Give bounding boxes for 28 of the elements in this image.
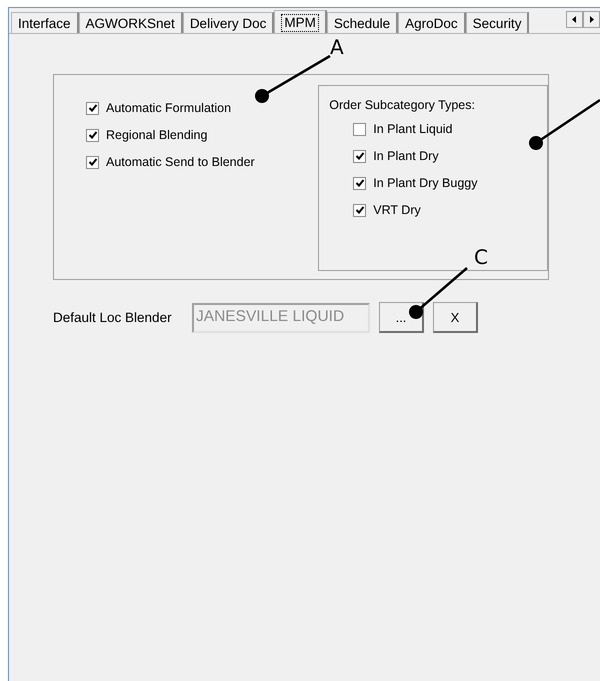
tab[interactable]: Security <box>466 12 530 33</box>
annotation-label: A <box>330 36 344 58</box>
checkbox-label: In Plant Dry <box>373 149 439 163</box>
tab[interactable]: Interface <box>11 12 79 33</box>
checkbox-label: Automatic Send to Blender <box>106 155 255 169</box>
checkbox[interactable] <box>353 150 366 162</box>
checkbox-label: Automatic Formulation <box>106 101 232 115</box>
checkbox[interactable] <box>86 128 99 142</box>
annotation-label: C <box>474 246 488 268</box>
tab[interactable]: AgroDoc <box>398 12 466 33</box>
tab[interactable]: AGWORKSnet <box>78 12 183 33</box>
checkbox[interactable] <box>353 204 366 216</box>
checkbox[interactable] <box>86 102 99 114</box>
checkbox-label: In Plant Dry Buggy <box>373 176 478 190</box>
tab[interactable]: MPM <box>274 10 327 33</box>
group-title: Order Subcategory Types: <box>329 98 476 112</box>
field-label: Default Loc Blender <box>53 310 173 325</box>
checkbox[interactable] <box>353 176 366 190</box>
tab[interactable]: Schedule <box>326 12 398 33</box>
checkbox[interactable] <box>353 122 366 136</box>
annotation-pointer <box>529 98 600 150</box>
checkbox-label: Regional Blending <box>106 128 208 142</box>
scroll-right-icon[interactable] <box>583 11 600 28</box>
checkbox[interactable] <box>86 156 99 168</box>
checkbox-label: In Plant Liquid <box>373 122 453 136</box>
checkbox-label: VRT Dry <box>373 203 421 217</box>
scroll-left-icon[interactable] <box>566 11 583 28</box>
tab[interactable]: Delivery Doc <box>182 12 274 33</box>
